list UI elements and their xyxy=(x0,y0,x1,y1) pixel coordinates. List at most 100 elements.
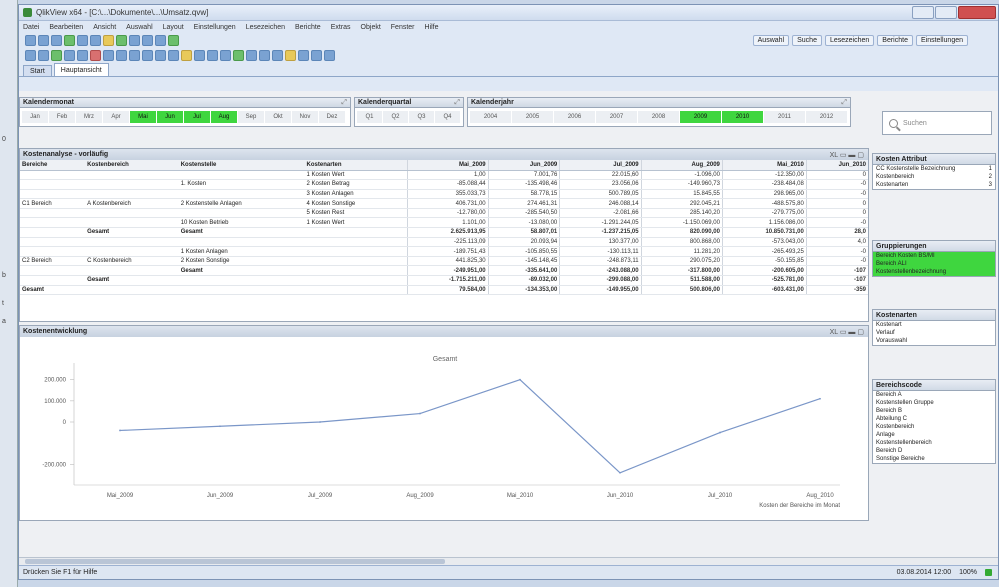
pivot-dim-cell[interactable]: 10 Kosten Betrieb xyxy=(178,217,305,229)
redo-icon[interactable] xyxy=(90,35,101,46)
menu-item[interactable]: Bearbeiten xyxy=(49,24,83,31)
filter-value[interactable]: Q3 xyxy=(409,111,434,123)
listbox-item[interactable]: Kostenart xyxy=(873,321,995,329)
filter-value[interactable]: 2009 xyxy=(680,111,721,123)
filter-value[interactable]: Q2 xyxy=(383,111,408,123)
design-icon[interactable] xyxy=(129,50,140,61)
pivot-dim-cell[interactable] xyxy=(178,284,305,296)
pivot-dim-cell[interactable] xyxy=(20,246,86,257)
open-icon[interactable] xyxy=(38,35,49,46)
search-box[interactable]: Suchen xyxy=(882,111,992,135)
restore-icon[interactable]: ⤢ xyxy=(341,99,347,107)
pivot-column-header[interactable]: Kostenarten xyxy=(304,160,408,171)
filter-value[interactable]: Nov xyxy=(292,111,318,123)
pivot-dim-cell[interactable] xyxy=(178,208,305,219)
filter-value[interactable]: 2005 xyxy=(512,111,553,123)
pivot-dim-cell[interactable] xyxy=(85,246,179,257)
sheet-tab[interactable]: Hauptansicht xyxy=(53,63,109,76)
horizontal-scrollbar[interactable] xyxy=(19,557,998,565)
pivot-dim-cell[interactable] xyxy=(20,179,86,190)
pivot-dim-cell[interactable] xyxy=(85,217,179,229)
pivot-window-icons[interactable]: XL ▭ ▬ ▢ xyxy=(830,151,864,159)
pivot-dim-cell[interactable]: 2 Kosten Betrag xyxy=(304,179,408,190)
pivot-dim-cell[interactable]: 1 Kosten Wert xyxy=(304,217,408,229)
pivot-dim-cell[interactable] xyxy=(85,237,179,248)
pivot-dim-cell[interactable]: 1 Kosten Wert xyxy=(304,170,408,181)
chart-window-icons[interactable]: XL ▭ ▬ ▢ xyxy=(830,328,864,336)
clear-icon[interactable] xyxy=(142,35,153,46)
pivot-column-header[interactable]: Bereiche xyxy=(20,160,86,171)
filter-value[interactable]: Jun xyxy=(157,111,183,123)
pivot-dim-cell[interactable] xyxy=(85,265,179,277)
filter-value[interactable]: Feb xyxy=(49,111,75,123)
pivot-dim-cell[interactable] xyxy=(85,189,179,200)
scroll-thumb[interactable] xyxy=(25,559,445,564)
pivot-dim-cell[interactable] xyxy=(304,246,408,257)
menu-item[interactable]: Extras xyxy=(331,24,351,31)
pivot-dim-cell[interactable]: 5 Kosten Rest xyxy=(304,208,408,219)
pivot-column-header[interactable]: Mai_2010 xyxy=(721,160,807,171)
pivot-dim-cell[interactable] xyxy=(304,265,408,277)
pivot-dim-cell[interactable]: Gesamt xyxy=(85,275,179,286)
pivot-dim-cell[interactable] xyxy=(178,170,305,181)
pivot-dim-cell[interactable] xyxy=(304,227,408,238)
toolbar-button[interactable]: Auswahl xyxy=(752,35,790,46)
maximize-button[interactable] xyxy=(935,6,957,19)
pivot-dim-cell[interactable]: Gesamt xyxy=(178,227,305,238)
pivot-column-header[interactable]: Mai_2009 xyxy=(406,160,489,171)
toolbar-button[interactable]: Berichte xyxy=(877,35,913,46)
listbox-item[interactable]: Bereich D xyxy=(873,447,995,455)
pivot-dim-cell[interactable] xyxy=(20,227,86,238)
listbox-item[interactable]: Bereich B xyxy=(873,407,995,415)
filter-value[interactable]: 2006 xyxy=(554,111,595,123)
restore-icon[interactable]: ⤢ xyxy=(841,99,847,107)
close-button[interactable] xyxy=(958,6,996,19)
filter-value[interactable]: Okt xyxy=(265,111,291,123)
design-icon[interactable] xyxy=(77,50,88,61)
pivot-dim-cell[interactable]: 4 Kosten Sonstige xyxy=(304,198,408,209)
pivot-column-header[interactable]: Jul_2009 xyxy=(559,160,642,171)
filter-value[interactable]: Apr xyxy=(103,111,129,123)
pivot-dim-cell[interactable]: Gesamt xyxy=(178,265,305,277)
pivot-dim-cell[interactable] xyxy=(304,275,408,286)
filter-value[interactable]: Jan xyxy=(22,111,48,123)
menu-item[interactable]: Lesezeichen xyxy=(246,24,285,31)
pivot-dim-cell[interactable]: 1 Kosten Anlagen xyxy=(178,246,305,257)
menu-item[interactable]: Ansicht xyxy=(93,24,116,31)
design-icon[interactable] xyxy=(155,50,166,61)
pivot-dim-cell[interactable] xyxy=(178,189,305,200)
filter-value[interactable]: Jul xyxy=(184,111,210,123)
design-icon[interactable] xyxy=(142,50,153,61)
toolbar-button[interactable]: Suche xyxy=(792,35,822,46)
design-icon[interactable] xyxy=(194,50,205,61)
pivot-dim-cell[interactable] xyxy=(85,284,179,296)
pivot-dim-cell[interactable] xyxy=(85,179,179,190)
design-icon[interactable] xyxy=(298,50,309,61)
filter-value[interactable]: 2004 xyxy=(470,111,511,123)
pivot-dim-cell[interactable] xyxy=(20,189,86,200)
filter-value[interactable]: 2012 xyxy=(806,111,847,123)
filter-value[interactable]: Dez xyxy=(319,111,345,123)
listbox-item[interactable]: Sonstige Bereiche xyxy=(873,455,995,463)
design-icon[interactable] xyxy=(246,50,257,61)
filter-value[interactable]: Aug xyxy=(211,111,237,123)
filter-value[interactable]: Q4 xyxy=(435,111,460,123)
pivot-column-header[interactable]: Jun_2009 xyxy=(487,160,560,171)
listbox-item[interactable]: Abteilung C xyxy=(873,415,995,423)
design-icon[interactable] xyxy=(311,50,322,61)
pivot-dim-cell[interactable]: 1. Kosten xyxy=(178,179,305,190)
listbox-item[interactable]: CC Kostenstelle Bezeichnung 1 xyxy=(873,165,995,173)
script-icon[interactable] xyxy=(168,35,179,46)
menu-item[interactable]: Datei xyxy=(23,24,39,31)
pivot-dim-cell[interactable]: C Kostenbereich xyxy=(85,256,179,267)
menu-item[interactable]: Fenster xyxy=(391,24,415,31)
pivot-dim-cell[interactable] xyxy=(304,256,408,267)
menu-item[interactable]: Einstellungen xyxy=(194,24,236,31)
design-icon[interactable] xyxy=(272,50,283,61)
design-icon[interactable] xyxy=(220,50,231,61)
menu-item[interactable]: Berichte xyxy=(295,24,321,31)
pivot-dim-cell[interactable]: C1 Bereich xyxy=(20,198,86,209)
undo-icon[interactable] xyxy=(77,35,88,46)
menu-item[interactable]: Hilfe xyxy=(425,24,439,31)
listbox-item[interactable]: Kostenstellen Gruppe xyxy=(873,399,995,407)
